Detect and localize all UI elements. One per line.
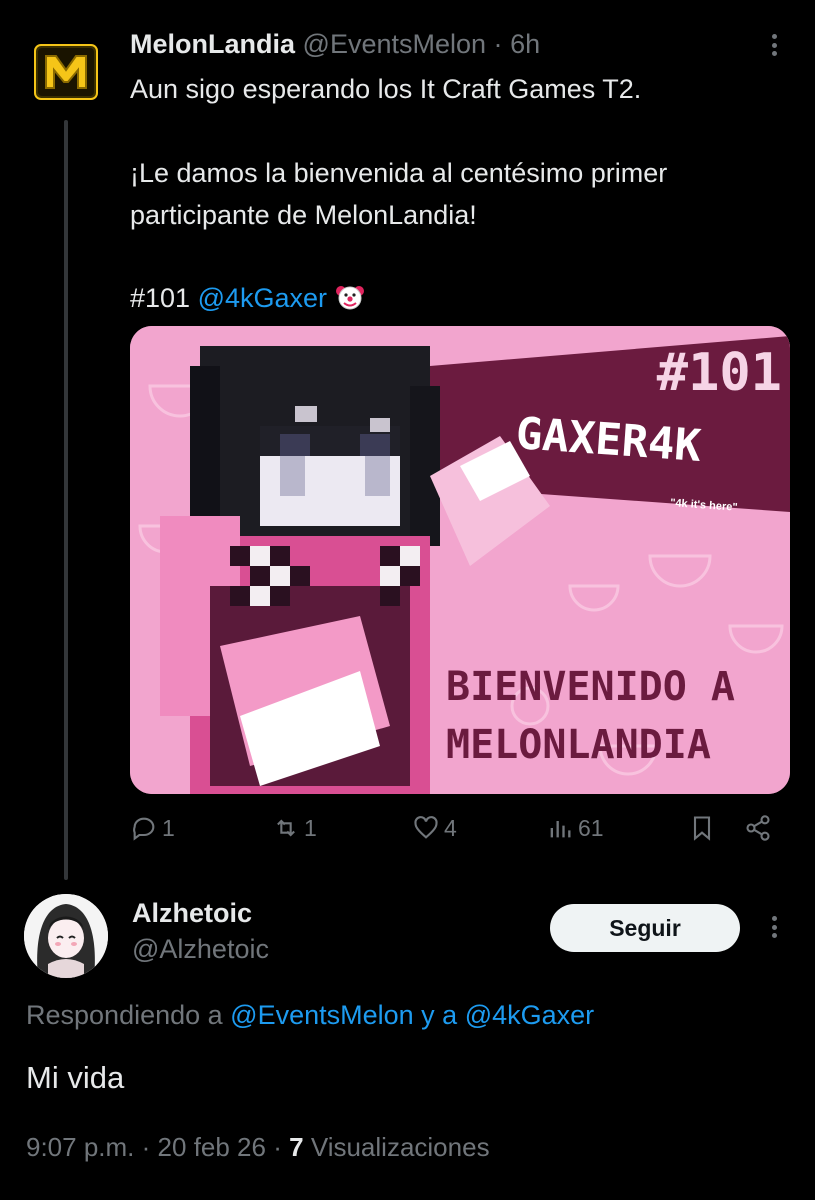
post-time[interactable]: 6h bbox=[510, 29, 540, 59]
hashtag[interactable]: #101 bbox=[130, 283, 190, 313]
tweet-text-line-2: ¡Le damos la bienvenida al centésimo pri… bbox=[130, 158, 668, 188]
repost-count: 1 bbox=[304, 814, 317, 841]
meta-dot: · bbox=[141, 1132, 151, 1162]
melonlandia-avatar[interactable] bbox=[34, 44, 98, 100]
more-options-icon[interactable] bbox=[764, 30, 784, 60]
views-chart-icon bbox=[550, 821, 571, 838]
alzhetoic-avatar[interactable] bbox=[24, 894, 108, 978]
tweet-text-line-1: Aun sigo esperando los It Craft Games T2… bbox=[130, 74, 642, 104]
image-welcome-line2: MELONLANDIA bbox=[446, 722, 711, 768]
reply-button[interactable]: 1 bbox=[130, 814, 175, 842]
tweet-header: MelonLandia @EventsMelon · 6h bbox=[130, 28, 540, 60]
heart-icon bbox=[414, 816, 438, 839]
replying-prefix: Respondiendo a bbox=[26, 1000, 231, 1030]
repost-icon bbox=[277, 819, 295, 837]
like-count: 4 bbox=[444, 814, 457, 841]
image-number: #101 bbox=[657, 343, 782, 403]
share-button[interactable] bbox=[744, 814, 776, 842]
reply-views-count: 7 bbox=[289, 1132, 304, 1162]
replying-to-line: Respondiendo a @EventsMelon y a @4kGaxer bbox=[26, 1000, 594, 1031]
reply-date[interactable]: 20 feb 26 bbox=[158, 1132, 266, 1162]
view-count: 61 bbox=[578, 814, 604, 841]
reply-meta: 9:07 p.m. · 20 feb 26 · 7 Visualizacione… bbox=[26, 1132, 490, 1163]
bookmark-button[interactable] bbox=[688, 814, 720, 842]
clown-face-icon bbox=[335, 282, 365, 312]
author-handle[interactable]: @EventsMelon bbox=[303, 29, 487, 59]
tweet-media-image[interactable]: #101 GAXER4K "4k it's here" BIENVENIDO A… bbox=[130, 326, 790, 794]
tweet-tags-line: #101 @4kGaxer bbox=[130, 277, 790, 319]
follow-button[interactable]: Seguir bbox=[550, 904, 740, 952]
thread-line bbox=[64, 120, 68, 880]
replying-joiner: y a bbox=[413, 1000, 465, 1030]
author-name[interactable]: MelonLandia bbox=[130, 29, 295, 59]
tweet-text-line-3: participante de MelonLandia! bbox=[130, 200, 477, 230]
reply-icon bbox=[133, 817, 155, 841]
share-icon bbox=[746, 815, 770, 841]
parent-tweet[interactable]: MelonLandia @EventsMelon · 6h Aun sigo e… bbox=[0, 0, 815, 880]
like-button[interactable]: 4 bbox=[412, 814, 457, 842]
repost-button[interactable]: 1 bbox=[272, 814, 317, 842]
replying-to-4kgaxer[interactable]: @4kGaxer bbox=[465, 1000, 594, 1030]
reply-views-label: Visualizaciones bbox=[310, 1132, 490, 1162]
mention-link[interactable]: @4kGaxer bbox=[198, 283, 327, 313]
meta-dot: · bbox=[273, 1132, 282, 1162]
reply-author-name[interactable]: Alzhetoic bbox=[132, 898, 252, 929]
views-button[interactable]: 61 bbox=[546, 814, 604, 842]
replying-to-eventsmelon[interactable]: @EventsMelon bbox=[230, 1000, 414, 1030]
bookmark-icon bbox=[693, 816, 711, 841]
image-welcome-line1: BIENVENIDO A bbox=[446, 664, 735, 710]
reply-count: 1 bbox=[162, 814, 175, 841]
tweet-action-bar: 1 1 4 61 bbox=[130, 814, 790, 854]
reply-more-options-icon[interactable] bbox=[764, 912, 784, 942]
reply-author-handle[interactable]: @Alzhetoic bbox=[132, 934, 269, 965]
reply-time[interactable]: 9:07 p.m. bbox=[26, 1132, 134, 1162]
reply-text: Mi vida bbox=[26, 1060, 125, 1095]
meta-separator: · bbox=[493, 29, 503, 59]
